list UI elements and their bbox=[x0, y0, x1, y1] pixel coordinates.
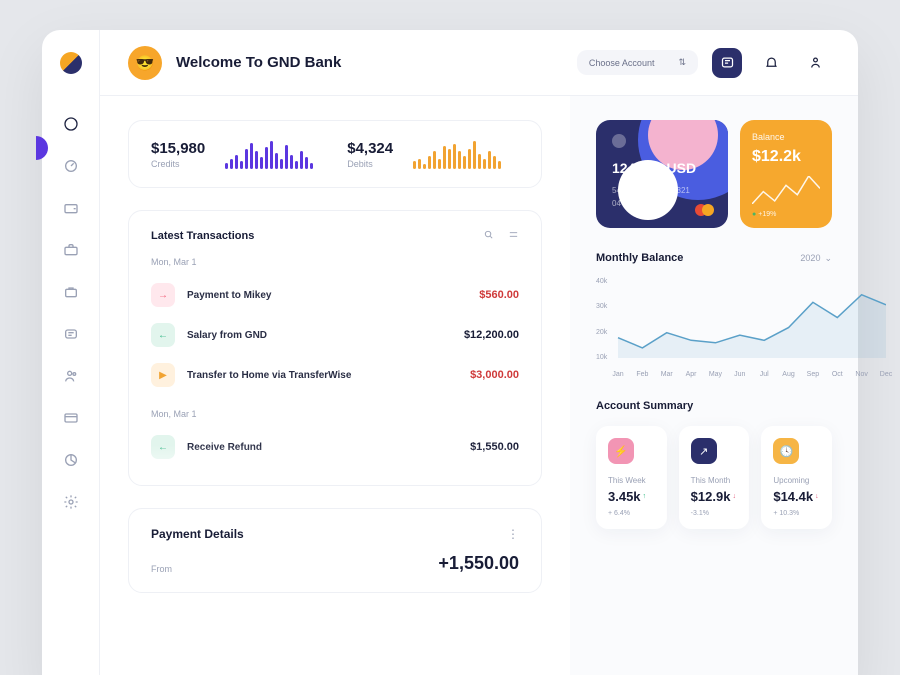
mastercard-icon bbox=[695, 204, 714, 216]
payment-details-card: Payment Details ⋮ From +1,550.00 bbox=[128, 508, 542, 593]
sidebar bbox=[42, 30, 100, 675]
app-window: 😎 Welcome To GND Bank Choose Account ⇅ $1… bbox=[42, 30, 858, 675]
more-icon[interactable]: ⋮ bbox=[507, 527, 519, 541]
balance-sparkline bbox=[752, 176, 820, 204]
transaction-amount: $560.00 bbox=[479, 289, 519, 301]
transaction-row[interactable]: ▶ Transfer to Home via TransferWise $3,000… bbox=[151, 355, 519, 395]
summary-label: This Week bbox=[608, 476, 655, 485]
nav-speed[interactable] bbox=[63, 158, 79, 174]
transaction-amount: $12,200.00 bbox=[464, 329, 519, 341]
transaction-icon: → bbox=[151, 283, 175, 307]
card-chip-icon bbox=[612, 134, 626, 148]
filter-icon[interactable] bbox=[508, 229, 519, 243]
transaction-date: Mon, Mar 1 bbox=[151, 409, 519, 419]
debits-sparkline bbox=[413, 139, 501, 169]
transaction-desc: Transfer to Home via TransferWise bbox=[187, 370, 458, 381]
nav-card[interactable] bbox=[63, 410, 79, 426]
summary-card[interactable]: 🕓 Upcoming $14.4k↓ + 10.3% bbox=[761, 426, 832, 529]
summary-label: This Month bbox=[691, 476, 738, 485]
fade-overlay bbox=[129, 445, 541, 485]
transaction-amount: $3,000.00 bbox=[470, 369, 519, 381]
debits-label: Debits bbox=[347, 159, 393, 169]
summary-card[interactable]: ⚡ This Week 3.45k↑ + 6.4% bbox=[596, 426, 667, 529]
transactions-title: Latest Transactions bbox=[151, 230, 254, 242]
transaction-date: Mon, Mar 1 bbox=[151, 257, 519, 267]
messages-button[interactable] bbox=[712, 48, 742, 78]
summary-icon: 🕓 bbox=[773, 438, 799, 464]
summary-value: 3.45k↑ bbox=[608, 489, 655, 504]
summary-value: $14.4k↓ bbox=[773, 489, 820, 504]
payment-amount: +1,550.00 bbox=[438, 553, 519, 574]
balance-value: $12.2k bbox=[752, 148, 820, 166]
credits-value: $15,980 bbox=[151, 140, 205, 157]
chevron-down-icon: ⌄ bbox=[824, 253, 832, 264]
notifications-button[interactable] bbox=[756, 48, 786, 78]
summary-icon: ⚡ bbox=[608, 438, 634, 464]
monthly-title: Monthly Balance bbox=[596, 252, 683, 264]
chevron-updown-icon: ⇅ bbox=[678, 57, 686, 68]
balance-delta: ●+19% bbox=[752, 211, 776, 218]
transactions-card: Latest Transactions Mon, Mar 1 → Payment t… bbox=[128, 210, 542, 486]
nav-bag[interactable] bbox=[63, 284, 79, 300]
payment-title: Payment Details bbox=[151, 527, 244, 541]
transaction-desc: Salary from GND bbox=[187, 330, 452, 341]
transaction-desc: Payment to Mikey bbox=[187, 290, 467, 301]
nav bbox=[63, 116, 79, 510]
nav-wallet[interactable] bbox=[63, 200, 79, 216]
summary-delta: + 6.4% bbox=[608, 510, 655, 517]
profile-button[interactable] bbox=[800, 48, 830, 78]
balance-label: Balance bbox=[752, 132, 820, 142]
left-column: $15,980 Credits $4,324 Debits Latest Tra… bbox=[100, 96, 570, 675]
search-icon[interactable] bbox=[483, 229, 494, 243]
card-balance: 1242.42 USD bbox=[612, 160, 712, 176]
main: 😎 Welcome To GND Bank Choose Account ⇅ $1… bbox=[100, 30, 858, 675]
transaction-row[interactable]: ← Salary from GND $12,200.00 bbox=[151, 315, 519, 355]
transaction-icon: ▶ bbox=[151, 363, 175, 387]
nav-dashboard[interactable] bbox=[63, 116, 79, 132]
transaction-icon: ← bbox=[151, 323, 175, 347]
body: $15,980 Credits $4,324 Debits Latest Tra… bbox=[100, 96, 858, 675]
debits-value: $4,324 bbox=[347, 140, 393, 157]
credits-sparkline bbox=[225, 139, 313, 169]
payment-from-label: From bbox=[151, 564, 172, 574]
avatar[interactable]: 😎 bbox=[128, 46, 162, 80]
sidebar-accent bbox=[36, 136, 48, 160]
nav-settings[interactable] bbox=[63, 494, 79, 510]
logo-icon bbox=[60, 52, 82, 74]
monthly-chart: 10k20k30k40kJanFebMarAprMayJunJulAugSepO… bbox=[596, 274, 832, 366]
year-selector[interactable]: 2020⌄ bbox=[800, 253, 832, 264]
stats-card: $15,980 Credits $4,324 Debits bbox=[128, 120, 542, 188]
nav-transfer[interactable] bbox=[63, 326, 79, 342]
right-column: 1242.42 USD 5495 7381 3759 2321 04 / 24 … bbox=[570, 96, 858, 675]
summary-value: $12.9k↓ bbox=[691, 489, 738, 504]
credit-card[interactable]: 1242.42 USD 5495 7381 3759 2321 04 / 24 bbox=[596, 120, 728, 228]
summary-title: Account Summary bbox=[596, 400, 832, 412]
card-number: 5495 7381 3759 2321 bbox=[612, 186, 712, 195]
summary-icon: ↗ bbox=[691, 438, 717, 464]
summary-card[interactable]: ↗ This Month $12.9k↓ -3.1% bbox=[679, 426, 750, 529]
summary-delta: + 10.3% bbox=[773, 510, 820, 517]
transaction-row[interactable]: → Payment to Mikey $560.00 bbox=[151, 275, 519, 315]
account-selector[interactable]: Choose Account ⇅ bbox=[577, 50, 698, 75]
page-title: Welcome To GND Bank bbox=[176, 54, 341, 71]
nav-users[interactable] bbox=[63, 368, 79, 384]
nav-briefcase[interactable] bbox=[63, 242, 79, 258]
summary-label: Upcoming bbox=[773, 476, 820, 485]
balance-card: Balance $12.2k ●+19% bbox=[740, 120, 832, 228]
credits-label: Credits bbox=[151, 159, 205, 169]
nav-pie[interactable] bbox=[63, 452, 79, 468]
header: 😎 Welcome To GND Bank Choose Account ⇅ bbox=[100, 30, 858, 96]
summary-delta: -3.1% bbox=[691, 510, 738, 517]
account-selector-label: Choose Account bbox=[589, 58, 655, 68]
